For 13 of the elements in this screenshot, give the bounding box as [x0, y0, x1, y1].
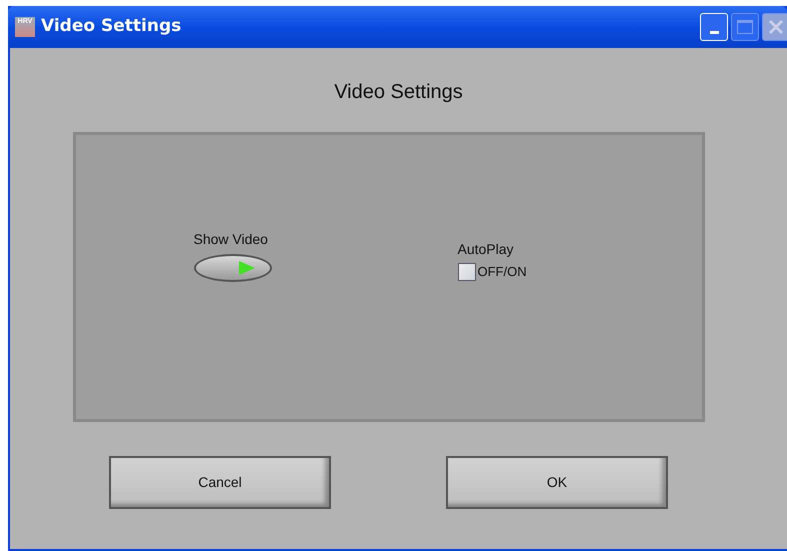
checkbox[interactable]: [458, 262, 476, 281]
checkbox-label: AutoPlay: [458, 240, 514, 259]
close-icon: [768, 19, 784, 35]
play-icon: [238, 260, 256, 276]
dialog-button[interactable]: OK: [446, 456, 668, 509]
checkbox-caption: OFF/ON: [478, 263, 527, 281]
minimize-icon: [710, 31, 718, 34]
minimize-button[interactable]: [700, 13, 728, 41]
dialog-button[interactable]: Cancel: [109, 456, 331, 509]
dialog-heading: Video Settings: [334, 80, 463, 105]
maximize-icon: [737, 20, 753, 34]
toggle-label: Show Video: [194, 230, 268, 249]
window-title: Video Settings: [41, 15, 182, 38]
